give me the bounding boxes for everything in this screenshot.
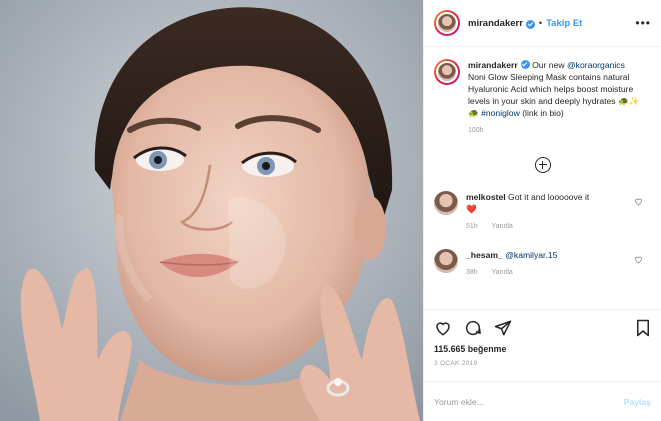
verified-icon (525, 19, 535, 29)
follow-button[interactable]: Takip Et (546, 18, 582, 29)
comment-time: 38h (466, 269, 478, 276)
comment-username[interactable]: melkostel (466, 192, 506, 202)
comment-text: Got it and looooove it (508, 192, 590, 202)
caption: mirandakerr Our new @koraorganics Noni G… (434, 59, 651, 137)
header-separator: • (538, 18, 543, 28)
share-icon[interactable] (494, 319, 512, 337)
heart-icon[interactable] (634, 255, 643, 264)
likes-count[interactable]: 115.665 beğenme (434, 344, 651, 354)
commenter-avatar[interactable] (434, 249, 458, 273)
post-photo[interactable] (0, 0, 423, 421)
caption-hashtag[interactable]: #noniglow (481, 108, 520, 118)
heart-icon[interactable] (434, 319, 452, 337)
post-date[interactable]: 3 OCAK 2019 (434, 360, 651, 367)
caption-emoji-1: 🐢✨ (618, 96, 640, 106)
comment-meta: 51h Yanıtla (466, 221, 631, 233)
commenter-avatar[interactable] (434, 191, 458, 215)
comment-input[interactable] (434, 396, 624, 407)
caption-text-1: Our new (532, 60, 565, 70)
comment-emoji: ❤️ (466, 204, 477, 214)
action-icons (434, 318, 651, 338)
caption-time: 100h (468, 127, 484, 134)
post-header: mirandakerr • Takip Et ••• (424, 0, 661, 47)
comment: _hesam_ @kamilyar.15 38h Yanıtla (434, 249, 651, 279)
portrait-image (0, 0, 423, 421)
load-more (434, 157, 651, 173)
instagram-post: mirandakerr • Takip Et ••• mirandakerr O… (0, 0, 661, 421)
comment-mention[interactable]: @kamilyar.15 (505, 250, 557, 260)
comment-icon[interactable] (464, 319, 482, 337)
caption-text-3: (link in bio) (522, 108, 564, 118)
caption-text-2: Noni Glow Sleeping Mask contains natural… (468, 72, 634, 106)
comment-meta: 38h Yanıtla (466, 267, 631, 279)
caption-body: mirandakerr Our new @koraorganics Noni G… (468, 59, 643, 137)
author-avatar[interactable] (434, 10, 460, 36)
comments-section[interactable]: mirandakerr Our new @koraorganics Noni G… (424, 47, 661, 309)
comment-time: 51h (466, 223, 478, 230)
add-comment-bar: Paylaş (424, 381, 661, 421)
author-username[interactable]: mirandakerr (468, 18, 523, 29)
comment: melkostel Got it and looooove it ❤️ 51h … (434, 191, 651, 233)
post-comment-button[interactable]: Paylaş (624, 397, 651, 407)
more-icon[interactable]: ••• (635, 16, 651, 30)
bookmark-icon[interactable] (635, 319, 651, 337)
comment-username[interactable]: _hesam_ (466, 250, 503, 260)
verified-icon (520, 60, 530, 69)
comment-body: melkostel Got it and looooove it ❤️ 51h … (466, 191, 631, 233)
reply-button[interactable]: Yanıtla (492, 223, 513, 230)
post-actions: 115.665 beğenme 3 OCAK 2019 (424, 309, 661, 381)
reply-button[interactable]: Yanıtla (492, 269, 513, 276)
caption-username[interactable]: mirandakerr (468, 60, 518, 70)
post-side-panel: mirandakerr • Takip Et ••• mirandakerr O… (423, 0, 661, 421)
heart-icon[interactable] (634, 197, 643, 206)
caption-avatar[interactable] (434, 59, 460, 85)
caption-mention[interactable]: @koraorganics (567, 60, 625, 70)
caption-emoji-2: 🐢 (468, 108, 479, 118)
load-more-icon[interactable] (534, 157, 551, 173)
comment-body: _hesam_ @kamilyar.15 38h Yanıtla (466, 249, 631, 279)
